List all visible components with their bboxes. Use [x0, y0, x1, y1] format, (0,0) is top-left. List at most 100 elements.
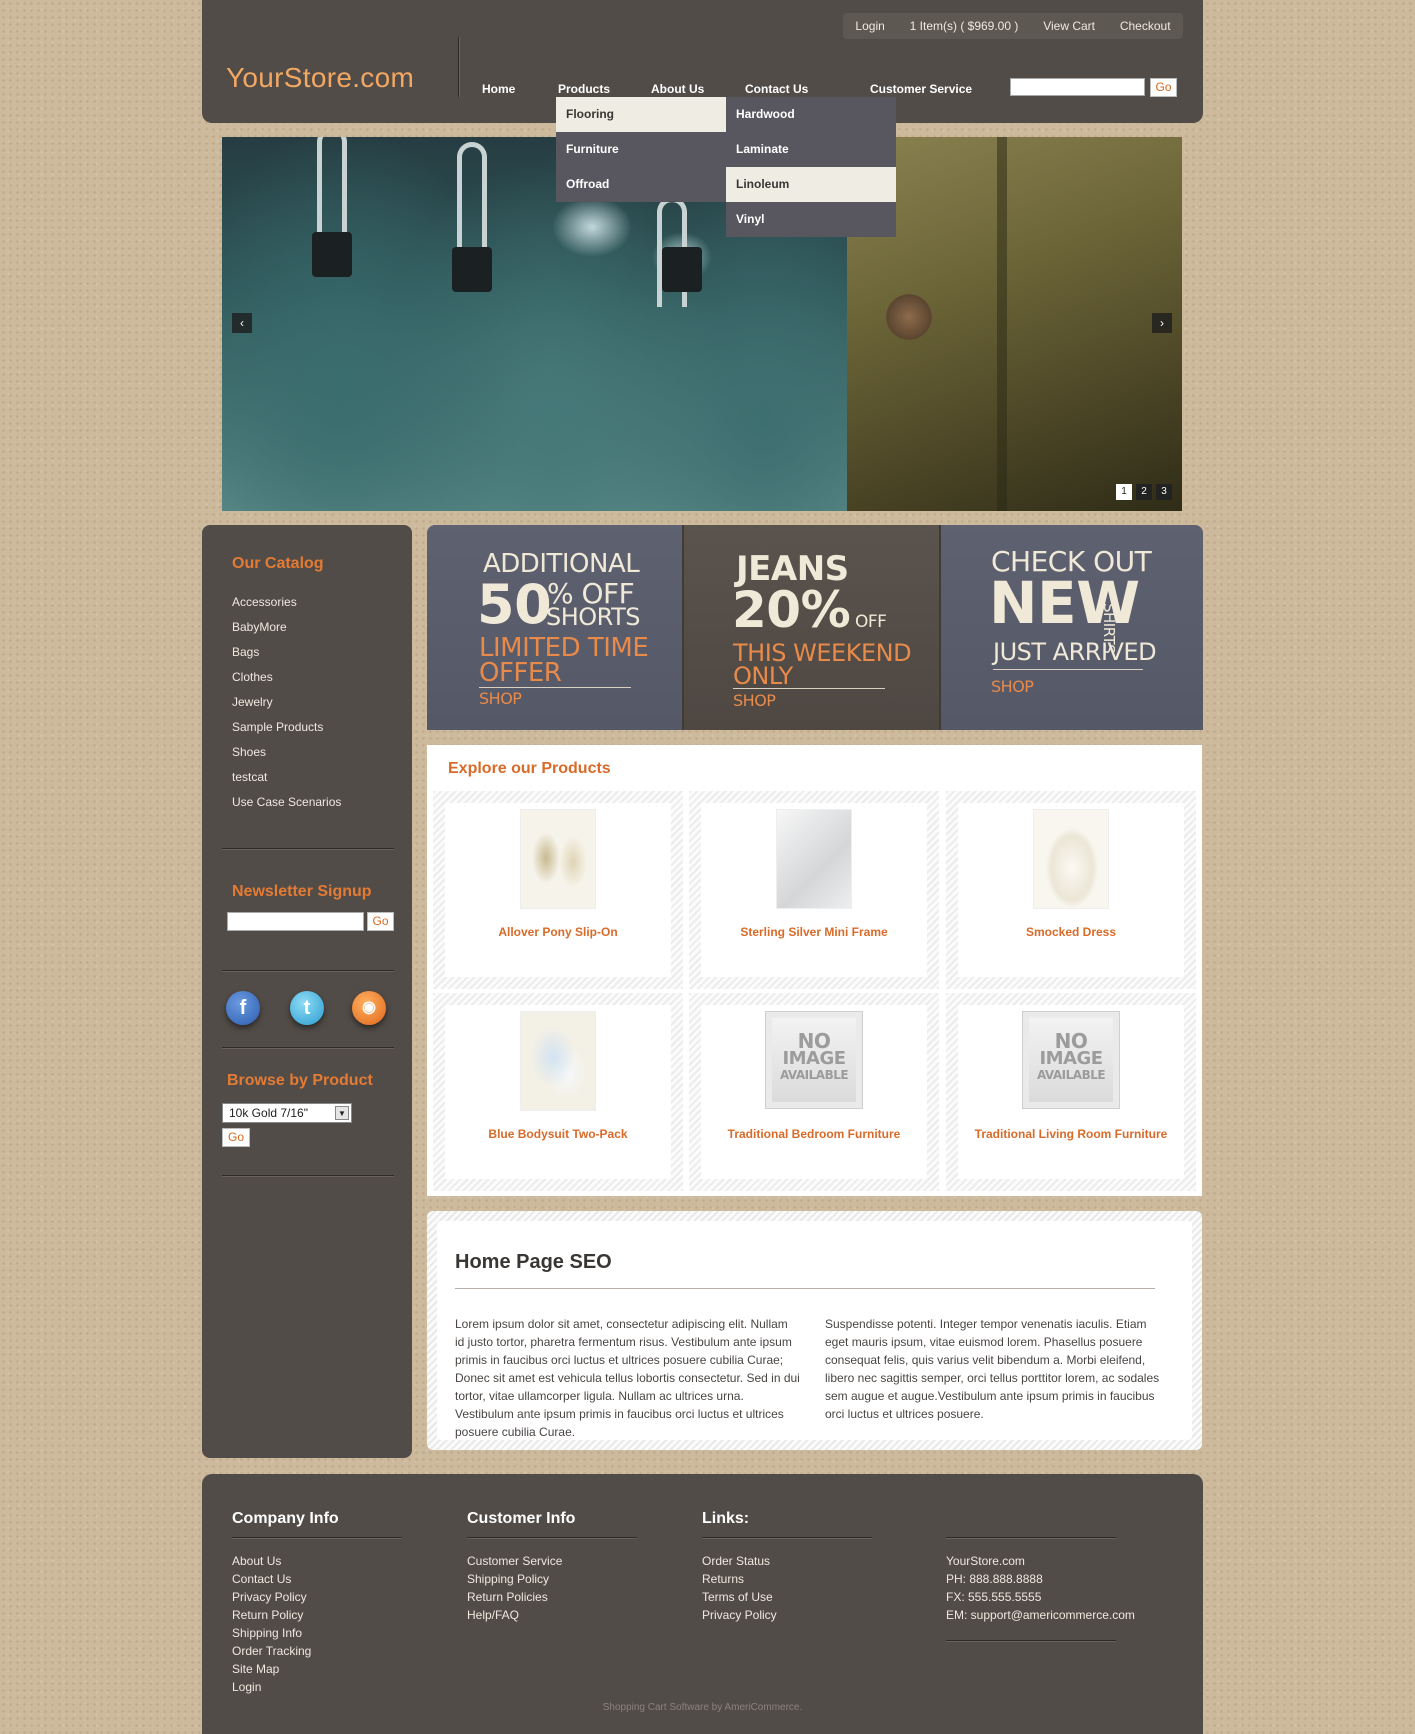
search-input[interactable] [1010, 78, 1145, 96]
promo-shop-link[interactable]: SHOP [991, 677, 1034, 696]
catalog-item[interactable]: Accessories [232, 595, 341, 620]
catalog-list: Accessories BabyMore Bags Clothes Jewelr… [232, 595, 341, 820]
catalog-item[interactable]: Jewelry [232, 695, 341, 720]
footer-divider [232, 1537, 402, 1538]
dropdown-item-furniture[interactable]: Furniture [556, 132, 726, 167]
newsletter-go-button[interactable]: Go [367, 912, 394, 931]
slider-page-2[interactable]: 2 [1136, 484, 1152, 500]
nav-contact-us[interactable]: Contact Us [745, 82, 808, 96]
tile-inner: NO IMAGE AVAILABLE Traditional Living Ro… [958, 1005, 1184, 1179]
product-tile[interactable]: Smocked Dress [946, 791, 1196, 989]
slider-next-arrow-icon[interactable]: › [1152, 313, 1172, 333]
promo-offer: OFFER [479, 658, 562, 688]
facebook-icon[interactable]: f [226, 991, 260, 1025]
slider-pagination: 1 2 3 [1116, 484, 1172, 500]
search-go-button[interactable]: Go [1150, 78, 1177, 97]
product-tile[interactable]: Allover Pony Slip-On [433, 791, 683, 989]
dropdown-item-offroad[interactable]: Offroad [556, 167, 726, 202]
dropdown-item-linoleum[interactable]: Linoleum [726, 167, 896, 202]
browse-product-select[interactable]: 10k Gold 7/16" ▼ [222, 1103, 352, 1123]
newsletter-heading: Newsletter Signup [232, 883, 372, 900]
slider-page-3[interactable]: 3 [1156, 484, 1172, 500]
no-image-placeholder[interactable]: NO IMAGE AVAILABLE [765, 1011, 863, 1109]
sidebar-divider [222, 970, 394, 971]
catalog-item[interactable]: BabyMore [232, 620, 341, 645]
product-tile[interactable]: Blue Bodysuit Two-Pack [433, 993, 683, 1191]
catalog-item[interactable]: Shoes [232, 745, 341, 770]
product-tile[interactable]: Sterling Silver Mini Frame [689, 791, 939, 989]
dropdown-subcategories: Hardwood Laminate Linoleum Vinyl [726, 97, 896, 237]
footer-link[interactable]: Contact Us [232, 1572, 311, 1590]
product-name[interactable]: Smocked Dress [958, 925, 1184, 939]
no-image-text: AVAILABLE [1036, 1068, 1106, 1082]
twitter-icon[interactable]: t [290, 991, 324, 1025]
dropdown-item-vinyl[interactable]: Vinyl [726, 202, 896, 237]
contact-fax: FX: 555.555.5555 [946, 1590, 1042, 1604]
footer-link[interactable]: Site Map [232, 1662, 311, 1680]
product-tile[interactable]: NO IMAGE AVAILABLE Traditional Living Ro… [946, 993, 1196, 1191]
promo-jeans[interactable]: JEANS 20% OFF THIS WEEKEND ONLY SHOP [684, 525, 941, 730]
nav-about-us[interactable]: About Us [651, 82, 704, 96]
footer-link[interactable]: Order Tracking [232, 1644, 311, 1662]
footer-link[interactable]: Order Status [702, 1554, 777, 1572]
catalog-item[interactable]: Clothes [232, 670, 341, 695]
nav-home[interactable]: Home [482, 82, 515, 96]
footer-link[interactable]: Shipping Info [232, 1626, 311, 1644]
footer-link[interactable]: Returns [702, 1572, 777, 1590]
dropdown-item-laminate[interactable]: Laminate [726, 132, 896, 167]
promo-shop-link[interactable]: SHOP [479, 689, 522, 708]
footer-link[interactable]: Help/FAQ [467, 1608, 562, 1626]
footer-link[interactable]: Return Policy [232, 1608, 311, 1626]
promo-shop-link[interactable]: SHOP [733, 691, 776, 710]
footer-link[interactable]: Customer Service [467, 1554, 562, 1572]
footer-link[interactable]: Login [232, 1680, 311, 1698]
slider-prev-arrow-icon[interactable]: ‹ [232, 313, 252, 333]
catalog-item[interactable]: Bags [232, 645, 341, 670]
site-footer: Company Info About Us Contact Us Privacy… [202, 1474, 1203, 1734]
promo-shorts[interactable]: ADDITIONAL 50 % OFF SHORTS LIMITED TIME … [427, 525, 684, 730]
product-name[interactable]: Allover Pony Slip-On [445, 925, 671, 939]
product-name[interactable]: Blue Bodysuit Two-Pack [445, 1127, 671, 1141]
store-logo[interactable]: YourStore.com [226, 62, 414, 94]
footer-link[interactable]: Terms of Use [702, 1590, 777, 1608]
catalog-item[interactable]: Sample Products [232, 720, 341, 745]
contact-email[interactable]: EM: support@americommerce.com [946, 1608, 1135, 1626]
nav-customer-service[interactable]: Customer Service [870, 82, 972, 96]
browse-go-button[interactable]: Go [222, 1128, 250, 1147]
footer-contact: YourStore.com PH: 888.888.8888 FX: 555.5… [946, 1554, 1135, 1626]
sidebar-divider [222, 1175, 394, 1176]
catalog-item[interactable]: testcat [232, 770, 341, 795]
product-name[interactable]: Traditional Living Room Furniture [958, 1127, 1184, 1141]
logo-divider [458, 37, 459, 97]
view-cart-link[interactable]: View Cart [1043, 19, 1095, 33]
catalog-item[interactable]: Use Case Scenarios [232, 795, 341, 820]
checkout-link[interactable]: Checkout [1120, 19, 1171, 33]
no-image-placeholder[interactable]: NO IMAGE AVAILABLE [1022, 1011, 1120, 1109]
dropdown-item-flooring[interactable]: Flooring [556, 97, 726, 132]
rss-icon[interactable]: ◉ [352, 991, 386, 1025]
nav-products[interactable]: Products [558, 82, 610, 96]
browse-heading: Browse by Product [227, 1072, 373, 1089]
footer-link[interactable]: Privacy Policy [702, 1608, 777, 1626]
product-name[interactable]: Traditional Bedroom Furniture [701, 1127, 927, 1141]
product-image-frame[interactable] [776, 809, 852, 909]
product-image-shoes[interactable] [520, 809, 596, 909]
promo-rule [479, 687, 631, 688]
footer-link[interactable]: Privacy Policy [232, 1590, 311, 1608]
product-name[interactable]: Sterling Silver Mini Frame [701, 925, 927, 939]
product-image-bodysuit[interactable] [520, 1011, 596, 1111]
dropdown-item-hardwood[interactable]: Hardwood [726, 97, 896, 132]
promo-new-shirts[interactable]: CHECK OUT NEW SHIRTS JUST ARRIVED SHOP [941, 525, 1203, 730]
footer-link[interactable]: Return Policies [467, 1590, 562, 1608]
slider-page-1[interactable]: 1 [1116, 484, 1132, 500]
product-image-dress[interactable] [1033, 809, 1109, 909]
cart-summary[interactable]: 1 Item(s) ( $969.00 ) [910, 19, 1019, 33]
product-tile[interactable]: NO IMAGE AVAILABLE Traditional Bedroom F… [689, 993, 939, 1191]
hanger-clip [312, 232, 352, 277]
footer-credit[interactable]: Shopping Cart Software by AmeriCommerce. [202, 1702, 1203, 1713]
tile-inner: Sterling Silver Mini Frame [701, 803, 927, 977]
footer-link[interactable]: Shipping Policy [467, 1572, 562, 1590]
newsletter-email-input[interactable] [227, 912, 364, 931]
footer-link[interactable]: About Us [232, 1554, 311, 1572]
login-link[interactable]: Login [855, 19, 884, 33]
